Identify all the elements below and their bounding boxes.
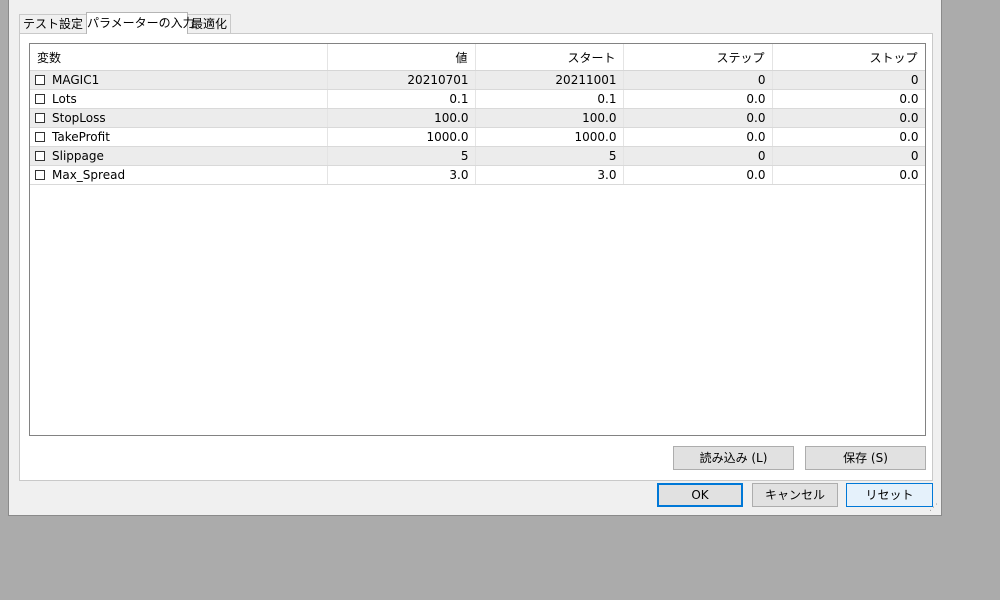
resize-grip-icon[interactable]: ⋰ [929,503,939,513]
variable-cell[interactable]: Max_Spread [30,165,328,185]
stop-cell[interactable]: 0 [772,146,925,166]
step-cell[interactable]: 0.0 [623,127,773,147]
tab-test-settings[interactable]: テスト設定 [19,14,87,33]
stop-cell[interactable]: 0.0 [772,165,925,185]
step-cell[interactable]: 0.0 [623,165,773,185]
tab-parameter-input[interactable]: パラメーターの入力 [86,12,195,34]
value-cell[interactable]: 1000.0 [327,127,476,147]
column-header-step[interactable]: ステップ [623,44,773,71]
checkbox[interactable] [35,132,45,142]
checkbox[interactable] [35,113,45,123]
start-cell[interactable]: 3.0 [475,165,624,185]
variable-name: Slippage [52,149,104,163]
value-cell[interactable]: 100.0 [327,108,476,128]
start-cell[interactable]: 1000.0 [475,127,624,147]
start-cell[interactable]: 100.0 [475,108,624,128]
column-header-start[interactable]: スタート [475,44,624,71]
step-cell[interactable]: 0.0 [623,89,773,109]
parameter-table: 変数 値 スタート ステップ ストップ MAGIC1 20210701 2021… [30,44,925,185]
parameter-grid: 変数 値 スタート ステップ ストップ MAGIC1 20210701 2021… [29,43,926,436]
stop-cell[interactable]: 0.0 [772,127,925,147]
variable-cell[interactable]: MAGIC1 [30,70,328,90]
variable-name: Max_Spread [52,168,126,182]
value-cell[interactable]: 20210701 [327,70,476,90]
table-row[interactable]: TakeProfit 1000.0 1000.0 0.0 0.0 [30,127,925,147]
value-cell[interactable]: 5 [327,146,476,166]
start-cell[interactable]: 5 [475,146,624,166]
checkbox[interactable] [35,94,45,104]
table-row[interactable]: Lots 0.1 0.1 0.0 0.0 [30,89,925,109]
variable-name: Lots [52,92,77,106]
variable-cell[interactable]: TakeProfit [30,127,328,147]
start-cell[interactable]: 20211001 [475,70,624,90]
checkbox[interactable] [35,170,45,180]
save-button[interactable]: 保存 (S) [805,446,926,470]
stop-cell[interactable]: 0.0 [772,108,925,128]
step-cell[interactable]: 0.0 [623,108,773,128]
value-cell[interactable]: 3.0 [327,165,476,185]
stop-cell[interactable]: 0.0 [772,89,925,109]
variable-name: TakeProfit [52,130,110,144]
table-row[interactable]: Slippage 5 5 0 0 [30,146,925,166]
column-header-stop[interactable]: ストップ [772,44,925,71]
stop-cell[interactable]: 0 [772,70,925,90]
step-cell[interactable]: 0 [623,70,773,90]
variable-name: StopLoss [52,111,106,125]
checkbox[interactable] [35,151,45,161]
variable-cell[interactable]: Lots [30,89,328,109]
cancel-button[interactable]: キャンセル [752,483,838,507]
variable-name: MAGIC1 [52,73,100,87]
table-row[interactable]: Max_Spread 3.0 3.0 0.0 0.0 [30,165,925,185]
column-header-variable[interactable]: 変数 [30,44,328,71]
table-row[interactable]: MAGIC1 20210701 20211001 0 0 [30,70,925,90]
variable-cell[interactable]: StopLoss [30,108,328,128]
ok-button[interactable]: OK [657,483,743,507]
start-cell[interactable]: 0.1 [475,89,624,109]
tester-properties-dialog: テスト設定 パラメーターの入力 最適化 変数 値 スタート ステップ ストップ … [8,0,942,516]
checkbox[interactable] [35,75,45,85]
table-header-row: 変数 値 スタート ステップ ストップ [30,44,925,71]
load-button[interactable]: 読み込み (L) [673,446,794,470]
parameter-panel: 変数 値 スタート ステップ ストップ MAGIC1 20210701 2021… [19,33,933,481]
step-cell[interactable]: 0 [623,146,773,166]
variable-cell[interactable]: Slippage [30,146,328,166]
reset-button[interactable]: リセット [846,483,933,507]
column-header-value[interactable]: 値 [327,44,476,71]
value-cell[interactable]: 0.1 [327,89,476,109]
table-row[interactable]: StopLoss 100.0 100.0 0.0 0.0 [30,108,925,128]
